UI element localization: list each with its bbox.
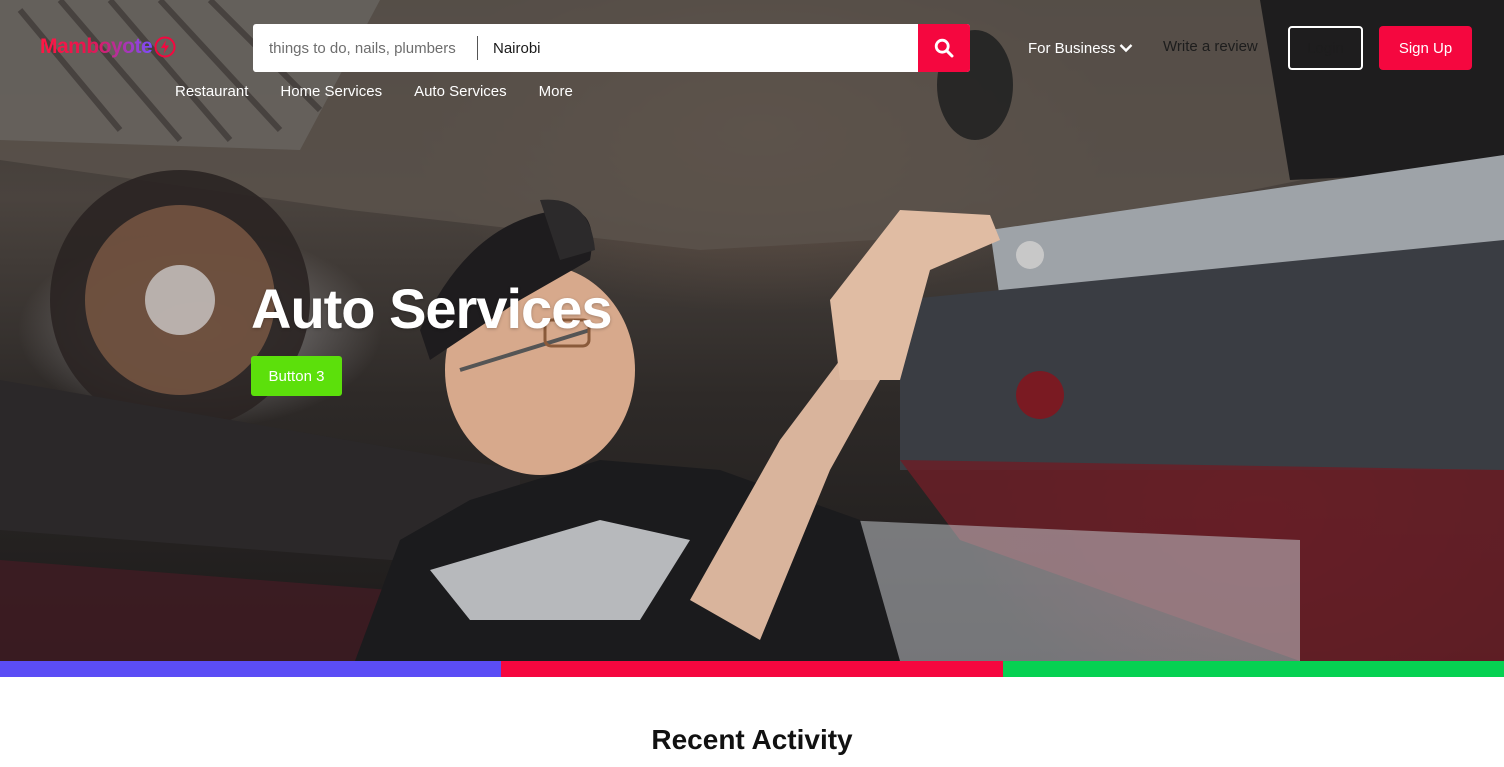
for-business-label: For Business [1028,39,1116,57]
hero-cta-button[interactable]: Button 3 [251,356,342,396]
search-divider [477,36,478,60]
chevron-down-icon [1119,44,1132,53]
stripe-segment [0,661,502,677]
color-stripe [0,661,1504,677]
login-button[interactable]: Login [1288,26,1363,70]
nav-item-restaurant[interactable]: Restaurant [175,83,248,100]
search-icon [934,38,954,58]
logo-text: Mamboyote [40,35,153,58]
stripe-segment [1002,661,1504,677]
recent-activity-title: Recent Activity [651,724,853,755]
lightning-icon [154,36,176,58]
brand-logo[interactable]: Mamboyote [40,33,176,61]
search-what-input[interactable] [253,24,463,72]
nav-item-more[interactable]: More [539,83,573,100]
nav-item-home-services[interactable]: Home Services [280,83,382,100]
nav-item-auto-services[interactable]: Auto Services [414,83,507,100]
stripe-segment [501,661,1003,677]
search-button[interactable] [918,24,970,72]
hero-title: Auto Services [251,277,612,340]
for-business-dropdown[interactable]: For Business [1028,38,1133,58]
search-bar [253,24,970,72]
write-review-link[interactable]: Write a review [1163,38,1258,58]
signup-button[interactable]: Sign Up [1379,26,1472,70]
category-nav: Restaurant Home Services Auto Services M… [175,83,605,100]
search-location-input[interactable] [493,24,918,72]
